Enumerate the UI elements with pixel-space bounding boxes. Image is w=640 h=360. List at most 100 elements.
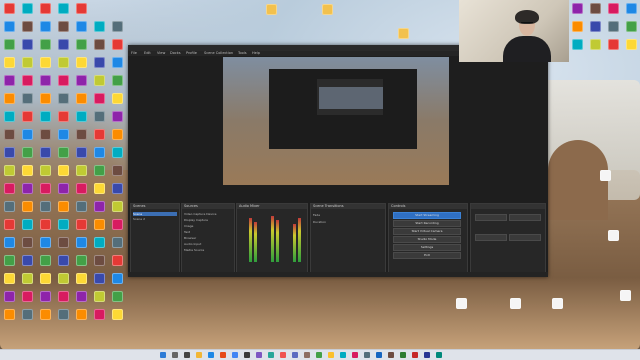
desktop-app-icon[interactable]: [626, 3, 637, 14]
desktop-app-icon[interactable]: [22, 129, 33, 140]
transition-type[interactable]: Fade: [313, 213, 320, 217]
folder-icon[interactable]: [322, 4, 333, 15]
desktop-app-icon[interactable]: [22, 291, 33, 302]
app-icon[interactable]: [412, 352, 418, 358]
desktop-app-icon[interactable]: [76, 57, 87, 68]
desktop-app-icon[interactable]: [112, 255, 123, 266]
obs-window[interactable]: File Edit View Docks Profile Scene Colle…: [128, 45, 548, 277]
desktop-app-icon[interactable]: [58, 309, 69, 320]
desktop-app-icon[interactable]: [76, 309, 87, 320]
desktop-app-icon[interactable]: [626, 39, 637, 50]
desktop-app-icon[interactable]: [94, 93, 105, 104]
desktop-app-icon[interactable]: [22, 57, 33, 68]
desktop-app-icon[interactable]: [4, 309, 15, 320]
desktop-app-icon[interactable]: [22, 93, 33, 104]
desktop-app-icon[interactable]: [4, 75, 15, 86]
desktop-app-icon[interactable]: [58, 21, 69, 32]
desktop-app-icon[interactable]: [112, 219, 123, 230]
desktop-app-icon[interactable]: [76, 39, 87, 50]
desktop-app-icon[interactable]: [94, 129, 105, 140]
dock-button[interactable]: [475, 214, 507, 221]
desktop-app-icon[interactable]: [4, 129, 15, 140]
desktop-app-icon[interactable]: [76, 75, 87, 86]
app-icon[interactable]: [424, 352, 430, 358]
dock-button[interactable]: [475, 234, 507, 241]
desktop-app-icon[interactable]: [40, 21, 51, 32]
app-icon[interactable]: [376, 352, 382, 358]
desktop-app-icon[interactable]: [4, 165, 15, 176]
desktop-app-icon[interactable]: [58, 291, 69, 302]
desktop-app-icon[interactable]: [572, 3, 583, 14]
desktop-app-icon[interactable]: [4, 3, 15, 14]
app-icon[interactable]: [304, 352, 310, 358]
desktop-app-icon[interactable]: [58, 3, 69, 14]
scene-item[interactable]: Scene: [133, 212, 177, 216]
folder-icon[interactable]: [398, 28, 409, 39]
app-icon[interactable]: [268, 352, 274, 358]
desktop-app-icon[interactable]: [76, 273, 87, 284]
desktop-app-icon[interactable]: [76, 21, 87, 32]
desktop-app-icon[interactable]: [40, 219, 51, 230]
desktop-app-icon[interactable]: [58, 57, 69, 68]
desktop-app-icon[interactable]: [112, 291, 123, 302]
menu-scene-collection[interactable]: Scene Collection: [204, 51, 233, 56]
desktop-app-icon[interactable]: [94, 57, 105, 68]
desktop-app-icon[interactable]: [22, 273, 33, 284]
desktop-app-icon[interactable]: [112, 93, 123, 104]
source-item[interactable]: Browser: [184, 236, 196, 240]
desktop-app-icon[interactable]: [40, 255, 51, 266]
desktop-app-icon[interactable]: [40, 201, 51, 212]
desktop-app-icon[interactable]: [76, 291, 87, 302]
app-icon[interactable]: [352, 352, 358, 358]
desktop-app-icon[interactable]: [76, 183, 87, 194]
dock-button[interactable]: [509, 214, 541, 221]
desktop-app-icon[interactable]: [608, 3, 619, 14]
start-recording-button[interactable]: Start Recording: [393, 220, 461, 227]
desktop-app-icon[interactable]: [94, 75, 105, 86]
desktop-app-icon[interactable]: [22, 3, 33, 14]
desktop-app-icon[interactable]: [58, 201, 69, 212]
desktop-app-icon[interactable]: [58, 183, 69, 194]
desktop-file-icon[interactable]: [608, 230, 619, 241]
desktop-file-icon[interactable]: [456, 298, 467, 309]
desktop-app-icon[interactable]: [4, 255, 15, 266]
desktop-app-icon[interactable]: [76, 129, 87, 140]
dock-button[interactable]: [509, 234, 541, 241]
desktop-app-icon[interactable]: [94, 255, 105, 266]
desktop-app-icon[interactable]: [626, 21, 637, 32]
desktop-app-icon[interactable]: [112, 273, 123, 284]
exit-button[interactable]: Exit: [393, 252, 461, 259]
desktop-app-icon[interactable]: [40, 183, 51, 194]
desktop-app-icon[interactable]: [22, 237, 33, 248]
desktop-app-icon[interactable]: [4, 219, 15, 230]
desktop-app-icon[interactable]: [590, 21, 601, 32]
desktop-app-icon[interactable]: [58, 93, 69, 104]
desktop-app-icon[interactable]: [94, 111, 105, 122]
desktop-app-icon[interactable]: [4, 201, 15, 212]
obs-preview[interactable]: [223, 57, 449, 185]
desktop-app-icon[interactable]: [58, 273, 69, 284]
desktop-app-icon[interactable]: [112, 129, 123, 140]
desktop-app-icon[interactable]: [112, 57, 123, 68]
desktop-app-icon[interactable]: [608, 21, 619, 32]
desktop-app-icon[interactable]: [58, 111, 69, 122]
desktop-app-icon[interactable]: [4, 147, 15, 158]
folder-icon[interactable]: [266, 4, 277, 15]
desktop-file-icon[interactable]: [600, 170, 611, 181]
desktop-app-icon[interactable]: [4, 291, 15, 302]
desktop-app-icon[interactable]: [572, 21, 583, 32]
desktop-app-icon[interactable]: [608, 39, 619, 50]
task-view-icon[interactable]: [184, 352, 190, 358]
source-item[interactable]: Video Capture Device: [184, 212, 217, 216]
desktop-app-icon[interactable]: [40, 291, 51, 302]
desktop-app-icon[interactable]: [40, 309, 51, 320]
desktop-app-icon[interactable]: [112, 75, 123, 86]
source-item[interactable]: Media Source: [184, 248, 204, 252]
desktop-app-icon[interactable]: [40, 57, 51, 68]
desktop-app-icon[interactable]: [4, 21, 15, 32]
desktop-app-icon[interactable]: [94, 201, 105, 212]
desktop-app-icon[interactable]: [40, 237, 51, 248]
desktop-app-icon[interactable]: [58, 237, 69, 248]
desktop-app-icon[interactable]: [94, 291, 105, 302]
menu-docks[interactable]: Docks: [170, 51, 181, 56]
